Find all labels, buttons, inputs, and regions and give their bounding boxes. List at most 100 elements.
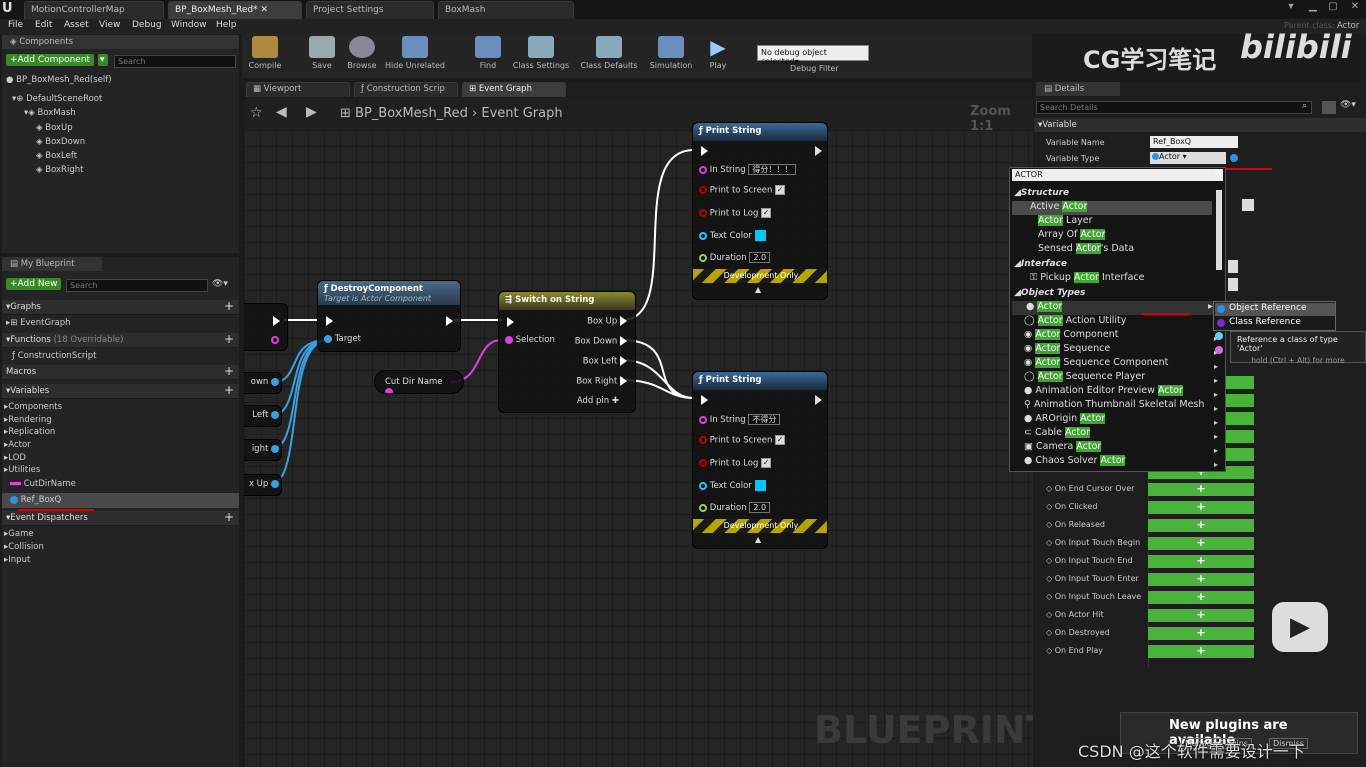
exec-out-pin[interactable]: [620, 376, 627, 386]
event-add-button[interactable]: +: [1148, 537, 1254, 550]
add-dispatcher-icon[interactable]: +: [224, 511, 234, 523]
tab-event-graph[interactable]: ⊞ Event Graph: [462, 82, 566, 97]
dropdown-stub[interactable]: [1228, 260, 1238, 273]
tab-project-settings[interactable]: Project Settings: [306, 1, 434, 19]
float-pin[interactable]: [699, 503, 707, 512]
interface-section[interactable]: ◢Interface: [1014, 259, 1067, 269]
collapse-arrow-icon[interactable]: ▲: [755, 285, 761, 294]
container-type-icon[interactable]: [1230, 154, 1238, 162]
add-function-icon[interactable]: +: [224, 333, 234, 345]
grid-view-icon[interactable]: [1322, 101, 1336, 114]
type-item-animation-editor-preview-actor[interactable]: ● Animation Editor Preview Actor: [1016, 385, 1183, 399]
exec-out-pin[interactable]: [446, 316, 453, 326]
color-pin[interactable]: [699, 231, 707, 240]
browse-button[interactable]: Browse: [340, 36, 384, 74]
type-item-pickup-actor-interface[interactable]: ⚿ Pickup Actor Interface: [1016, 272, 1144, 286]
string-pin[interactable]: [699, 415, 707, 424]
var-cat-rendering[interactable]: ▸Rendering: [4, 415, 52, 425]
class-settings-button[interactable]: Class Settings: [512, 36, 570, 74]
tab-bp-boxmesh-red[interactable]: BP_BoxMesh_Red* ✕: [168, 1, 302, 19]
menu-edit[interactable]: Edit: [35, 20, 52, 30]
add-graph-icon[interactable]: +: [224, 300, 234, 312]
eye-icon[interactable]: 👁▾: [212, 279, 228, 289]
details-search-input[interactable]: Search Details: [1036, 101, 1312, 114]
type-item-active-actor[interactable]: Active Actor: [1012, 201, 1212, 215]
type-item-sensed-actors-data[interactable]: Sensed Actor's Data: [1016, 243, 1134, 257]
menu-asset[interactable]: Asset: [64, 20, 89, 30]
print-to-screen-checkbox[interactable]: ✓: [775, 185, 786, 195]
selection-pin[interactable]: [505, 335, 513, 344]
menu-view[interactable]: View: [99, 20, 120, 30]
variables-category[interactable]: ▾Variables +: [2, 384, 239, 399]
variable-ref-boxq[interactable]: Ref_BoxQ: [2, 493, 239, 508]
duration-value[interactable]: 2.0: [749, 502, 771, 513]
object-pin[interactable]: [271, 479, 279, 488]
type-item-chaos-solver-actor[interactable]: ● Chaos Solver Actor: [1016, 455, 1126, 469]
menu-debug[interactable]: Debug: [132, 20, 162, 30]
float-pin[interactable]: [699, 253, 707, 262]
clear-search-icon[interactable]: ✕: [1214, 168, 1222, 179]
getter-node-down[interactable]: own: [244, 372, 282, 394]
variable-section[interactable]: ▾Variable: [1034, 118, 1366, 133]
target-pin[interactable]: [324, 334, 332, 343]
event-add-button[interactable]: +: [1148, 627, 1254, 640]
object-pin[interactable]: [271, 377, 279, 386]
exec-out-pin[interactable]: [815, 146, 822, 156]
duration-value[interactable]: 2.0: [749, 252, 771, 263]
exec-out-pin[interactable]: [815, 395, 822, 405]
notification-icon[interactable]: ▾: [1282, 1, 1300, 17]
event-add-button[interactable]: +: [1148, 519, 1254, 532]
dropdown-stub[interactable]: [1228, 278, 1238, 291]
save-button[interactable]: Save: [302, 36, 342, 74]
eye-icon[interactable]: 👁▾: [1340, 100, 1356, 110]
class-defaults-button[interactable]: Class Defaults: [579, 36, 639, 74]
in-string-value[interactable]: 得分！！！: [748, 164, 797, 175]
object-pin[interactable]: [271, 444, 279, 453]
event-add-button[interactable]: +: [1148, 573, 1254, 586]
tree-boxdown[interactable]: ◈ BoxDown: [36, 137, 85, 147]
component-root[interactable]: ● BP_BoxMesh_Red(self): [6, 75, 112, 85]
type-search-input[interactable]: ACTOR: [1012, 169, 1223, 181]
type-item-actor-layer[interactable]: Actor Layer: [1016, 215, 1093, 229]
variable-name-input[interactable]: Ref_BoxQ: [1150, 136, 1238, 148]
components-search-input[interactable]: Search: [114, 55, 236, 68]
exec-in-pin[interactable]: [507, 317, 514, 327]
event-dispatchers-category[interactable]: ▾Event Dispatchers +: [2, 511, 239, 526]
getter-node-up[interactable]: x Up: [244, 474, 282, 496]
tab-viewport[interactable]: ▦ Viewport: [246, 82, 350, 97]
add-macro-icon[interactable]: +: [224, 365, 234, 377]
tab-motion-controller-map[interactable]: MotionControllerMap: [24, 1, 164, 19]
minimize-icon[interactable]: ▁: [1304, 1, 1322, 17]
event-add-button[interactable]: +: [1148, 609, 1254, 622]
bool-pin[interactable]: [699, 186, 707, 194]
my-blueprint-search-input[interactable]: Search: [66, 279, 208, 292]
tree-boxup[interactable]: ◈ BoxUp: [36, 123, 73, 133]
dispatcher-cat-game[interactable]: ▸Game: [4, 529, 34, 539]
exec-out-pin[interactable]: [620, 336, 627, 346]
print-to-screen-checkbox[interactable]: ✓: [775, 435, 786, 445]
string-out-pin[interactable]: [271, 336, 279, 344]
in-string-value[interactable]: 不得分: [748, 414, 781, 425]
text-color-swatch[interactable]: [754, 230, 766, 241]
type-item-array-of-actor[interactable]: Array Of Actor: [1016, 229, 1106, 243]
macros-category[interactable]: Macros +: [2, 365, 239, 380]
variable-type-dropdown[interactable]: Actor ▾: [1150, 152, 1226, 164]
var-cat-lod[interactable]: ▸LOD: [4, 453, 26, 463]
cutdirname-getter-node[interactable]: Cut Dir Name: [374, 370, 464, 394]
partial-node[interactable]: [244, 303, 288, 351]
add-component-button[interactable]: +Add Component: [6, 54, 95, 66]
exec-in-pin[interactable]: [326, 316, 333, 326]
exec-in-pin[interactable]: [701, 146, 708, 156]
string-pin[interactable]: [385, 387, 393, 393]
variable-cutdirname[interactable]: CutDirName: [10, 479, 238, 489]
event-add-button[interactable]: +: [1148, 501, 1254, 514]
type-item-actor-sequence-player[interactable]: ◯ Actor Sequence Player: [1016, 371, 1145, 385]
tree-boxright[interactable]: ◈ BoxRight: [36, 165, 83, 175]
print-to-log-checkbox[interactable]: ✓: [761, 458, 772, 468]
tree-default-scene-root[interactable]: ▾⊕ DefaultSceneRoot: [12, 94, 102, 104]
find-button[interactable]: Find: [466, 36, 510, 74]
exec-out-pin[interactable]: [620, 356, 627, 366]
print-string-node-2[interactable]: ƒ Print String In String 不得分 Print to Sc…: [692, 371, 828, 549]
event-graph-item[interactable]: ▸⊞ EventGraph: [6, 318, 71, 328]
checkbox[interactable]: [1242, 199, 1254, 211]
